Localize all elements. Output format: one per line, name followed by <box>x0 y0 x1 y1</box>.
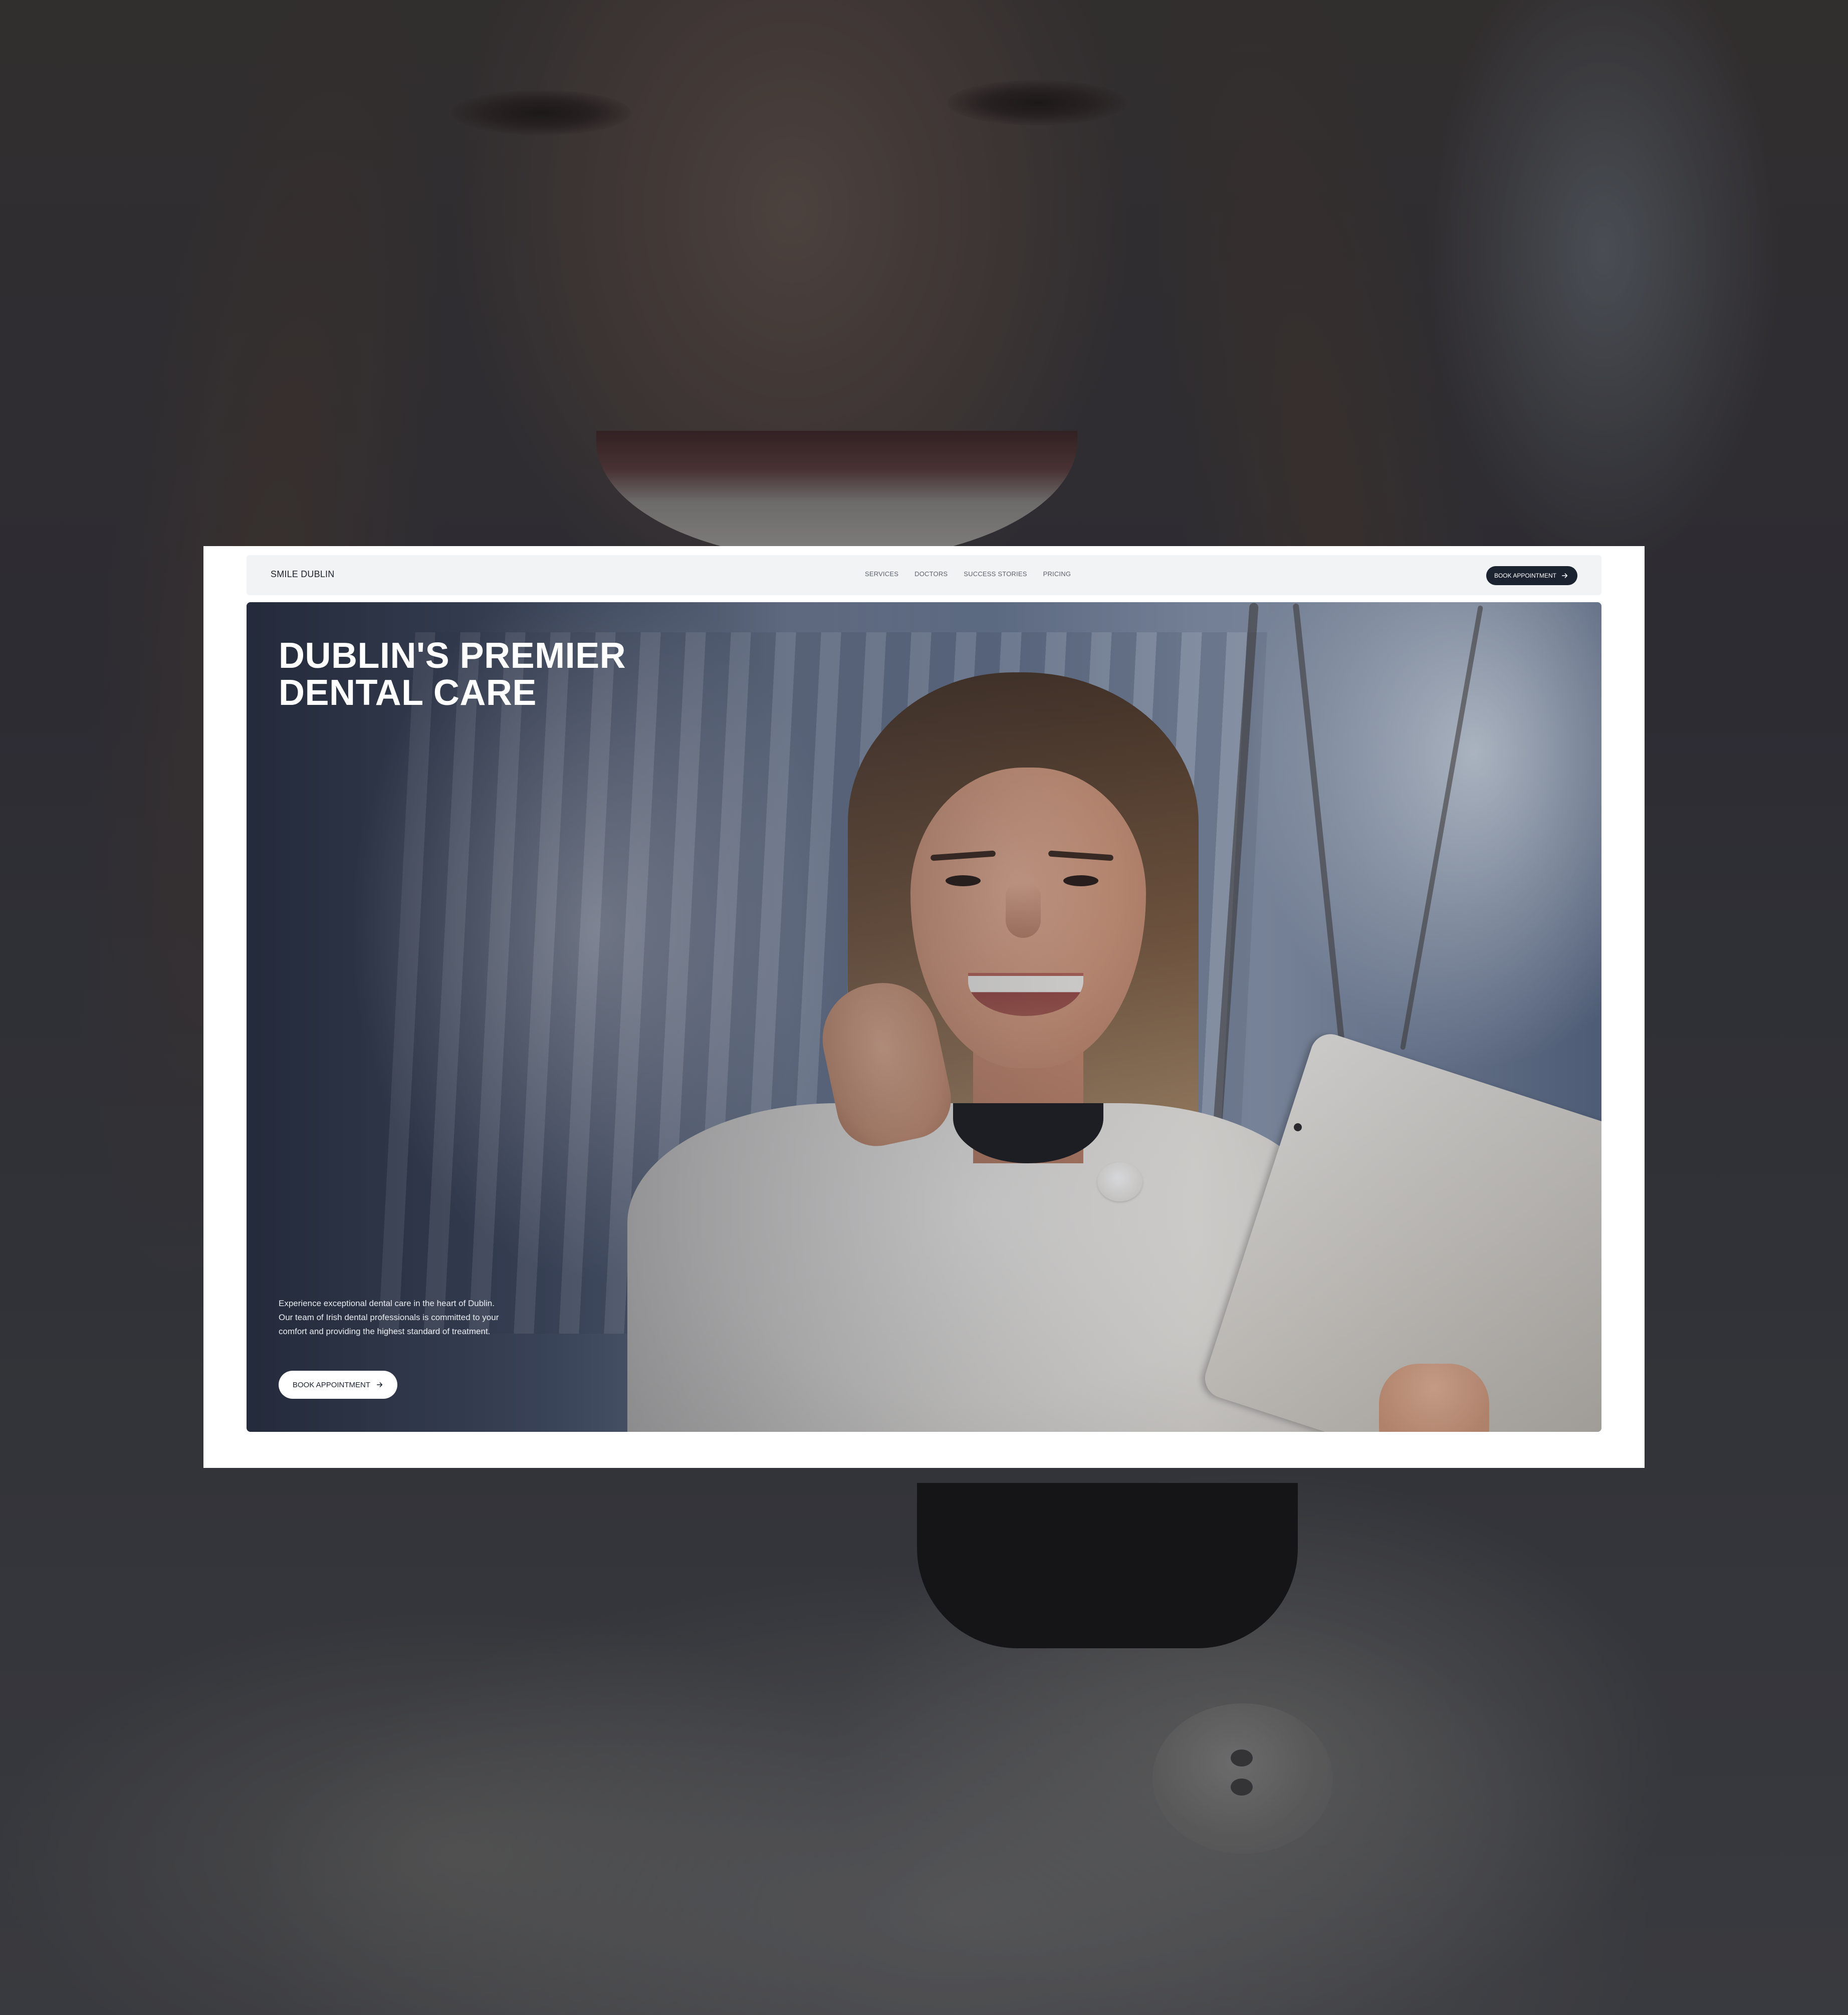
nav-link-pricing[interactable]: PRICING <box>1043 570 1071 578</box>
nav-links: SERVICES DOCTORS SUCCESS STORIES PRICING <box>865 570 1071 578</box>
hero-title: DUBLIN'S PREMIER DENTAL CARE <box>279 637 626 711</box>
nav-link-success-stories[interactable]: SUCCESS STORIES <box>964 570 1027 578</box>
arrow-right-icon <box>1561 573 1568 578</box>
hero-section: DUBLIN'S PREMIER DENTAL CARE Experience … <box>247 602 1601 1432</box>
nav-link-doctors[interactable]: DOCTORS <box>914 570 948 578</box>
nav-book-appointment-button[interactable]: BOOK APPOINTMENT <box>1486 566 1577 585</box>
nav-book-appointment-label: BOOK APPOINTMENT <box>1494 572 1556 579</box>
website-preview-card: SMILE DUBLIN SERVICES DOCTORS SUCCESS ST… <box>203 546 1645 1468</box>
hero-title-line-2: DENTAL CARE <box>279 673 537 713</box>
hero-title-line-1: DUBLIN'S PREMIER <box>279 636 626 676</box>
hero-book-appointment-button[interactable]: BOOK APPOINTMENT <box>279 1371 398 1399</box>
hero-description: Experience exceptional dental care in th… <box>279 1299 499 1336</box>
nav-link-services[interactable]: SERVICES <box>865 570 898 578</box>
navbar: SMILE DUBLIN SERVICES DOCTORS SUCCESS ST… <box>247 555 1601 595</box>
hero-book-appointment-label: BOOK APPOINTMENT <box>293 1380 371 1389</box>
brand-logo[interactable]: SMILE DUBLIN <box>271 569 334 580</box>
arrow-right-icon <box>376 1382 383 1387</box>
